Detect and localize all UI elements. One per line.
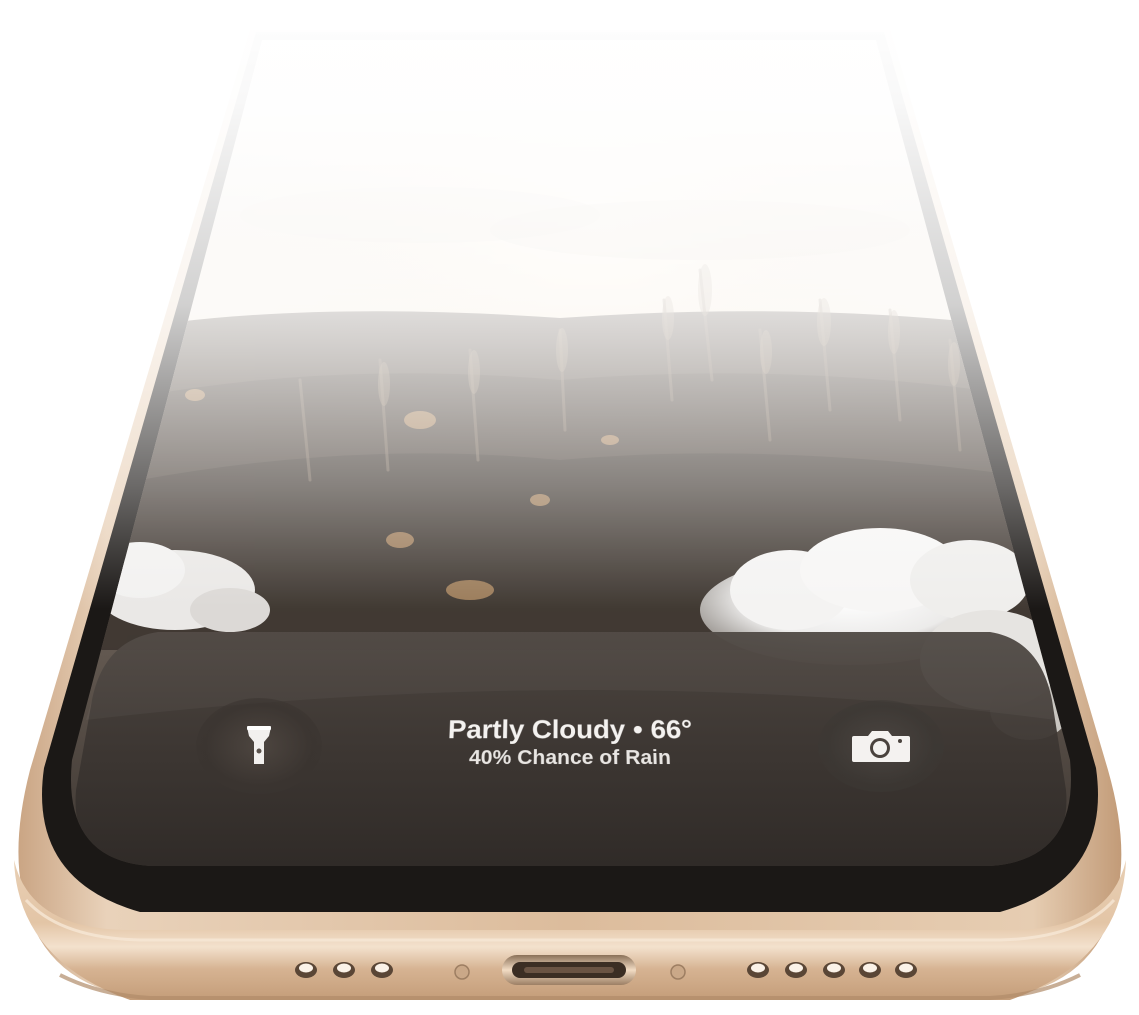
weather-temperature: 66° — [650, 714, 693, 744]
product-render: Partly Cloudy • 66° 40% Chance of Rain — [0, 0, 1139, 1015]
flashlight-icon — [247, 726, 271, 764]
speaker-grille-left — [295, 962, 393, 978]
flashlight-button[interactable] — [196, 698, 322, 794]
weather-separator: • — [632, 714, 643, 744]
weather-summary: Partly Cloudy • 66° 40% Chance of Rain — [358, 714, 782, 771]
camera-button[interactable] — [818, 700, 944, 792]
weather-headline: Partly Cloudy • 66° — [360, 714, 781, 746]
screw-right — [670, 964, 686, 980]
weather-condition: Partly Cloudy — [447, 714, 626, 744]
camera-icon — [852, 731, 910, 762]
phone-illustration — [0, 0, 1139, 1015]
charging-port — [502, 955, 636, 985]
rain-chance: 40% Chance of Rain — [468, 746, 672, 769]
screw-left — [454, 964, 470, 980]
